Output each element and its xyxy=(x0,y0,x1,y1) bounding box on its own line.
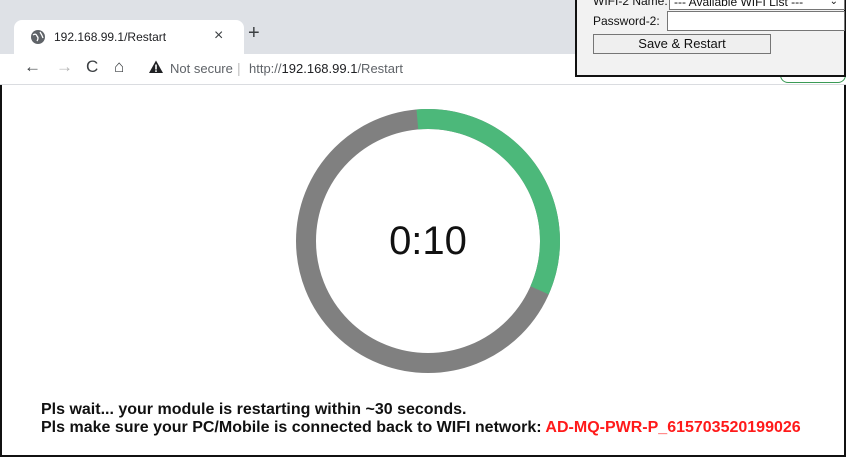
password2-input[interactable] xyxy=(667,11,845,31)
url-scheme: http:// xyxy=(249,61,282,76)
forward-arrow-icon[interactable]: → xyxy=(56,57,73,77)
not-secure-label[interactable]: Not secure xyxy=(170,61,233,76)
restart-page: 0:10 Pls wait... your module is restarti… xyxy=(0,85,846,457)
home-icon[interactable]: ⌂ xyxy=(114,57,124,77)
restart-message: Pls wait... your module is restarting wi… xyxy=(41,401,467,418)
new-tab-button[interactable]: + xyxy=(248,22,260,45)
wifi2-name-select[interactable]: --- Available WIFI List --- ⌄ xyxy=(669,0,845,10)
save-restart-button[interactable]: Save & Restart xyxy=(593,34,771,54)
wifi2-select-value: --- Available WIFI List --- xyxy=(674,0,804,9)
url-host: 192.168.99.1 xyxy=(281,61,358,76)
warning-triangle-icon[interactable] xyxy=(148,59,164,75)
back-arrow-icon[interactable]: ← xyxy=(24,57,41,77)
chevron-down-icon: ⌄ xyxy=(829,0,838,7)
url-path: /Restart xyxy=(357,61,403,76)
wifi2-name-label: WIFI-2 Name: xyxy=(593,0,668,8)
network-name: AD-MQ-PWR-P_615703520199026 xyxy=(545,419,801,436)
tab-title: 192.168.99.1/Restart xyxy=(54,30,167,44)
password2-label: Password-2: xyxy=(593,14,660,28)
wifi-settings-overlay: WIFI-2 Name: --- Available WIFI List ---… xyxy=(575,0,846,77)
browser-tab[interactable]: 192.168.99.1/Restart × xyxy=(14,20,244,54)
countdown-timer: 0:10 xyxy=(389,218,467,263)
reload-icon[interactable]: C xyxy=(86,57,98,77)
globe-icon xyxy=(31,30,45,44)
reconnect-message: Pls make sure your PC/Mobile is connecte… xyxy=(41,419,801,437)
reconnect-message-text: Pls make sure your PC/Mobile is connecte… xyxy=(41,419,546,436)
url-separator: | xyxy=(237,60,241,76)
address-bar[interactable]: http://192.168.99.1/Restart xyxy=(249,61,403,76)
close-tab-icon[interactable]: × xyxy=(214,27,223,45)
